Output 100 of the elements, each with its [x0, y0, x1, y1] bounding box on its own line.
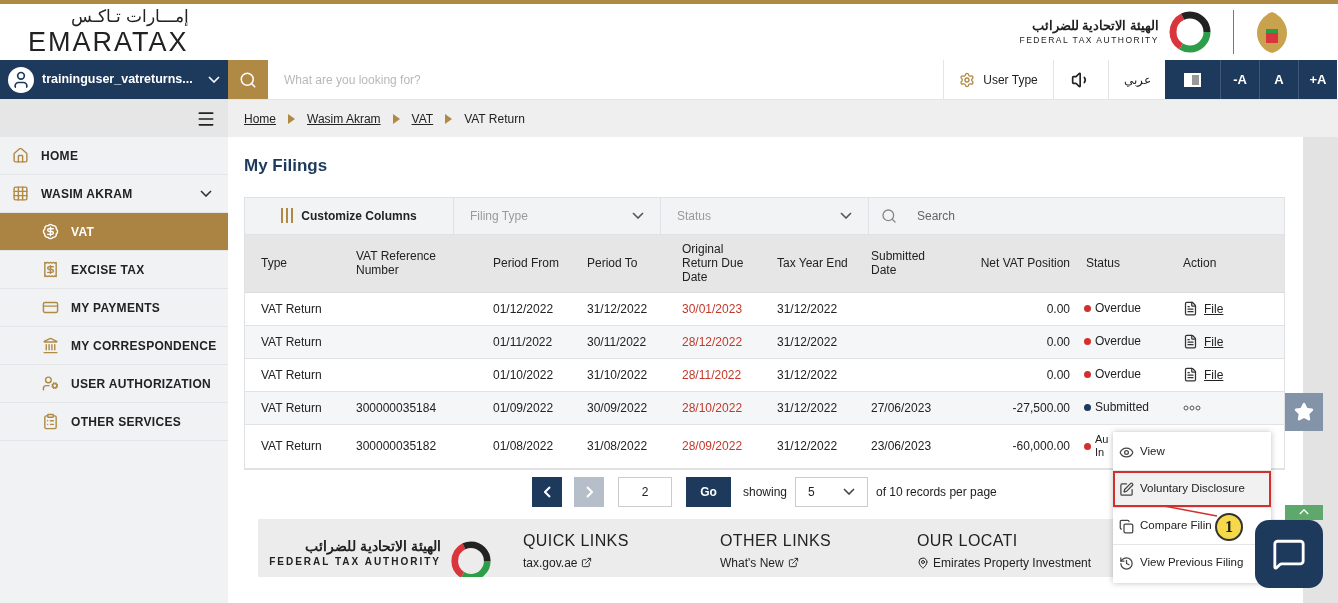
status-text: Submitted — [1095, 401, 1150, 414]
status-text: Overdue — [1095, 302, 1142, 315]
chevron-down-icon — [208, 76, 220, 83]
table-cell-text: 28/11/2022 — [681, 366, 743, 384]
column-header: Net VAT Position — [979, 256, 1070, 270]
table-cell-text: 30/09/2022 — [586, 399, 649, 417]
table-cell-text: 0.00 — [1045, 366, 1070, 384]
favorite-button[interactable] — [1285, 393, 1323, 431]
showing-label: showing — [743, 483, 788, 501]
file-link[interactable]: File — [1183, 332, 1224, 351]
font-size-button[interactable]: +A — [1298, 60, 1337, 99]
external-link-icon — [787, 557, 799, 568]
chevron-down-icon — [840, 212, 852, 219]
breadcrumb-link[interactable]: VAT — [411, 109, 434, 128]
menu-item[interactable]: Compare Filin — [1113, 508, 1218, 544]
table-cell-text: VAT Return — [260, 366, 323, 384]
copy-icon — [1119, 518, 1134, 534]
file-link[interactable]: File — [1183, 365, 1224, 384]
column-header: Type — [260, 256, 288, 270]
table-cell-text: VAT Return — [260, 438, 323, 455]
authority-name-arabic: الهيئة الاتحادية للضرائب — [305, 538, 441, 553]
breadcrumb-arrow-icon — [445, 113, 453, 124]
previous-page-button[interactable] — [532, 476, 562, 507]
records-label: of 10 records per page — [876, 483, 997, 501]
table-cell-text: 01/12/2022 — [492, 300, 555, 318]
table-cell-text: VAT Return — [260, 300, 323, 318]
page-number-field[interactable]: 2 — [618, 476, 672, 507]
column-header: Period To — [586, 256, 639, 270]
table-cell-text: 31/12/2022 — [776, 438, 839, 455]
more-options-icon[interactable] — [1183, 404, 1201, 411]
document-icon — [1183, 334, 1198, 349]
authority-logo-icon — [449, 538, 493, 577]
menu-item-icon — [42, 223, 59, 240]
leader-line — [1163, 505, 1218, 517]
table-cell-text: 28/10/2022 — [681, 399, 744, 417]
table-cell-text: 31/12/2022 — [776, 300, 839, 318]
customize-columns-button[interactable]: Customize Columns — [245, 197, 454, 234]
table-cell-text: 0.00 — [1045, 333, 1070, 351]
menu-item-icon — [42, 261, 59, 278]
table-cell-text: 28/12/2022 — [681, 333, 744, 351]
contrast-icon — [1184, 72, 1201, 87]
footer-link[interactable]: What's New — [720, 556, 917, 569]
table-cell-text: VAT Return — [260, 399, 323, 417]
column-header: Action — [1182, 256, 1218, 270]
site-search-field[interactable]: What are you looking for? — [268, 60, 943, 99]
menu-item-icon — [12, 147, 29, 164]
file-link[interactable]: File — [1183, 299, 1224, 318]
location-pin-icon — [917, 556, 929, 569]
user-menu[interactable]: traininguser_vatreturns... — [0, 60, 228, 99]
breadcrumb-link[interactable]: Home — [244, 109, 276, 128]
footer-link[interactable]: Emirates Property Investment — [917, 556, 1114, 569]
per-page-dropdown[interactable]: 5 — [795, 476, 869, 507]
status-text: Au In — [1095, 433, 1110, 459]
table-cell-text: -27,500.00 — [1011, 399, 1070, 417]
column-header: Status — [1085, 256, 1122, 270]
table-cell-text: 01/11/2022 — [492, 333, 554, 351]
sidebar-item[interactable]: EXCISE TAX — [0, 251, 228, 289]
authority-name: FEDERAL TAX AUTHORITY — [269, 556, 441, 567]
table-cell-text: VAT Return — [260, 333, 323, 351]
status-text: Overdue — [1095, 368, 1142, 381]
table-cell-text: 01/08/2022 — [492, 438, 555, 455]
menu-item[interactable]: View Previous Filing — [1113, 545, 1250, 581]
search-icon — [239, 70, 257, 89]
font-size-button[interactable]: A — [1259, 60, 1298, 99]
table-cell-text: 30/01/2023 — [681, 300, 744, 318]
external-link-icon — [581, 557, 593, 568]
go-button[interactable]: Go — [686, 476, 731, 507]
table-cell-text: 01/10/2022 — [492, 366, 555, 384]
table-cell-text: 30/11/2022 — [586, 333, 648, 351]
footer-link[interactable]: tax.gov.ae — [523, 556, 720, 569]
menu-item-icon — [42, 337, 59, 354]
menu-item[interactable]: View — [1113, 434, 1171, 470]
search-icon — [881, 207, 897, 224]
star-icon — [1294, 402, 1314, 422]
menu-item-icon — [12, 185, 29, 202]
document-icon — [1183, 367, 1198, 382]
authority-name-arabic: الهيئة الاتحادية للضرائب — [1031, 19, 1159, 33]
table-cell-text: 31/12/2022 — [776, 366, 839, 384]
column-header: Original Return Due Date — [681, 242, 745, 284]
search-button[interactable] — [228, 60, 268, 99]
font-size-button[interactable]: -A — [1220, 60, 1259, 99]
chevron-left-icon — [543, 485, 551, 498]
chevron-right-icon — [585, 485, 593, 498]
table-cell-text: 23/06/2023 — [870, 438, 933, 455]
chat-button[interactable] — [1255, 520, 1323, 588]
breadcrumb-current: VAT Return — [464, 110, 525, 128]
breadcrumb-link[interactable]: Wasim Akram — [307, 109, 381, 128]
table-cell-text: 31/08/2022 — [586, 438, 649, 455]
table-cell-text: -60,000.00 — [1011, 438, 1070, 455]
table-cell-text: 0.00 — [1045, 300, 1070, 318]
edit-icon — [1119, 481, 1134, 497]
chevron-down-icon — [632, 212, 644, 219]
menu-item[interactable]: Voluntary Disclosure — [1113, 471, 1271, 507]
chevron-down-icon — [843, 488, 856, 495]
table-cell-text: 300000035182 — [355, 438, 438, 455]
menu-item-icon — [42, 375, 59, 392]
columns-icon — [281, 208, 294, 223]
contrast-button[interactable] — [1165, 60, 1220, 99]
user-type-button[interactable]: User Type — [943, 60, 1053, 99]
chevron-up-icon — [1299, 509, 1309, 515]
